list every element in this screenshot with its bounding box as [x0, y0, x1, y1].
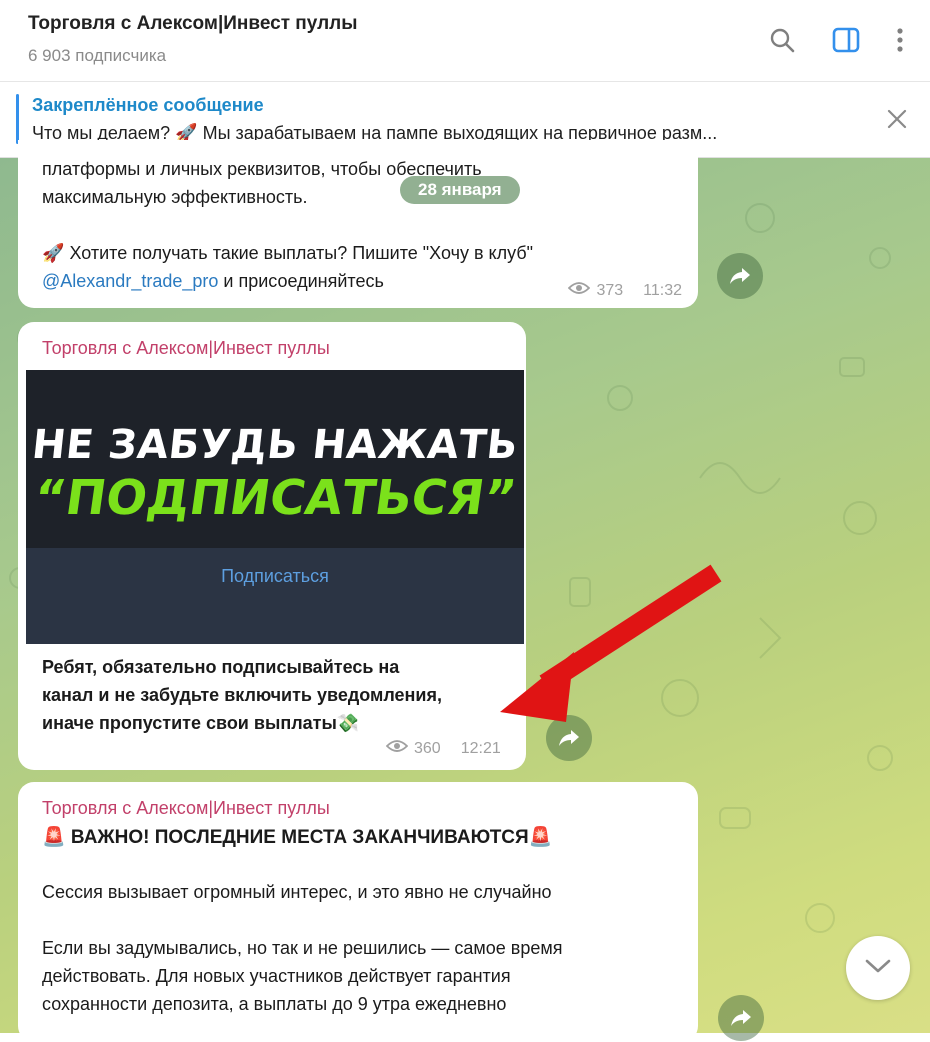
share-icon[interactable]: [546, 715, 592, 761]
share-icon[interactable]: [717, 253, 763, 299]
message-line: сохранности депозита, а выплаты до 9 утр…: [42, 994, 507, 1014]
eye-icon: [385, 739, 409, 758]
subscriber-count: 6 903 подписчика: [28, 46, 167, 65]
view-count: 360: [414, 739, 441, 757]
username-link[interactable]: @Alexandr_trade_pro: [42, 271, 218, 291]
eye-icon: [568, 281, 591, 300]
message-line: Сессия вызывает огромный интерес, и это …: [42, 882, 552, 902]
message-time: 11:32: [643, 281, 682, 299]
pinned-label: Закреплённое сообщение: [32, 95, 264, 115]
chat-header: Торговля с Алексом|Инвест пуллы 6 903 по…: [0, 0, 930, 82]
message-headline: 🚨 ВАЖНО! ПОСЛЕДНИЕ МЕСТА ЗАКАНЧИВАЮТСЯ🚨: [42, 827, 553, 848]
message-text: 🚨 ВАЖНО! ПОСЛЕДНИЕ МЕСТА ЗАКАНЧИВАЮТСЯ🚨 …: [42, 824, 563, 1018]
subscribe-button[interactable]: Подписаться: [26, 566, 524, 587]
message-bubble[interactable]: Торговля с Алексом|Инвест пуллы 🚨 ВАЖНО!…: [18, 782, 698, 1042]
subscribe-banner: НЕ ЗАБУДЬ НАЖАТЬ “ПОДПИСАТЬСЯ” Подписать…: [26, 370, 524, 644]
banner-headline: НЕ ЗАБУДЬ НАЖАТЬ: [29, 422, 521, 468]
message-text: Ребят, обязательно подписывайтесь на кан…: [42, 653, 442, 737]
rocket-icon: 🚀: [42, 243, 65, 263]
message-line: Если вы задумывались, но так и не решили…: [42, 938, 563, 958]
banner-footer: [26, 548, 524, 644]
message-line: действовать. Для новых участников действ…: [42, 966, 511, 986]
pinned-indicator: [16, 94, 19, 144]
message-author[interactable]: Торговля с Алексом|Инвест пуллы: [42, 338, 330, 359]
search-icon[interactable]: [764, 22, 800, 58]
cta-text: Хотите получать такие выплаты? Пишите "Х…: [69, 243, 534, 263]
message-line: 🚀 Хотите получать такие выплаты? Пишите …: [42, 239, 533, 267]
message-meta: 360 12:21: [385, 739, 501, 758]
more-icon[interactable]: [882, 22, 918, 58]
message-line: @Alexandr_trade_pro и присоединяйтесь: [42, 267, 533, 295]
link-suffix: и присоединяйтесь: [223, 271, 384, 291]
channel-title[interactable]: Торговля с Алексом|Инвест пуллы: [28, 13, 357, 35]
message-author[interactable]: Торговля с Алексом|Инвест пуллы: [42, 798, 330, 819]
message-meta: 373 11:32: [568, 281, 682, 300]
share-icon[interactable]: [718, 995, 764, 1041]
message-bubble[interactable]: платформы и личных реквизитов, чтобы обе…: [18, 140, 698, 308]
message-line: Ребят, обязательно подписывайтесь на: [42, 657, 400, 677]
message-time: 12:21: [460, 739, 501, 757]
banner-subscribe-text: “ПОДПИСАТЬСЯ”: [30, 470, 520, 526]
chevron-down-icon: [864, 958, 892, 979]
sidebar-toggle-icon[interactable]: [828, 22, 864, 58]
message-line: иначе пропустите свои выплаты💸: [42, 713, 360, 733]
close-icon[interactable]: [884, 106, 910, 132]
view-count: 373: [596, 281, 624, 299]
scroll-down-button[interactable]: [846, 936, 910, 1000]
date-pill: 28 января: [400, 176, 520, 204]
message-line: канал и не забудьте включить уведомления…: [42, 685, 442, 705]
